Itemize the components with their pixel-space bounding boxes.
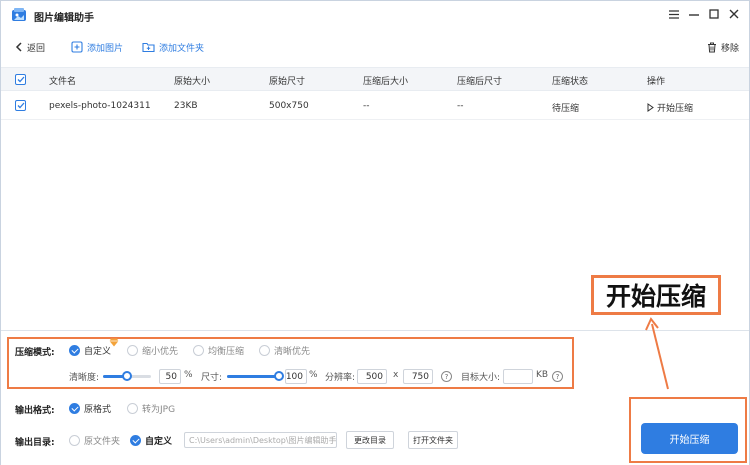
mode-balanced-label: 均衡压缩 [208, 347, 245, 357]
col-header-orig-dim: 原始尺寸 [269, 77, 306, 87]
check-icon [17, 76, 24, 83]
compress-mode-label: 压缩模式: [15, 348, 55, 358]
row-start-label: 开始压缩 [657, 104, 694, 114]
format-jpg-label: 转为JPG [142, 405, 176, 415]
open-folder-button[interactable]: 打开文件夹 [408, 431, 458, 449]
size-input[interactable]: 100 [285, 369, 307, 384]
clarity-slider[interactable] [103, 371, 151, 381]
check-icon [17, 102, 24, 109]
close-icon[interactable] [727, 6, 741, 22]
cell-orig-size: 23KB [174, 101, 198, 111]
mode-shrink-radio[interactable]: 缩小优先 [127, 344, 178, 357]
col-header-comp-dim: 压缩后尺寸 [457, 77, 503, 87]
format-original-label: 原格式 [84, 405, 112, 415]
col-header-orig-size: 原始大小 [174, 77, 211, 87]
mode-custom-label: 自定义 [84, 347, 112, 357]
add-folder-button[interactable]: 添加文件夹 [142, 37, 204, 57]
play-icon [647, 103, 654, 112]
col-header-filename: 文件名 [49, 77, 77, 87]
size-slider[interactable] [227, 371, 284, 381]
table-row[interactable]: pexels-photo-1024311 23KB 500x750 -- -- … [1, 92, 749, 120]
cell-comp-size: -- [363, 101, 370, 111]
radio-checked-icon [69, 345, 80, 356]
window-controls [667, 6, 741, 22]
help-icon[interactable]: ? [441, 371, 452, 382]
app-window: 图片编辑助手 返回 添加图片 添加文件夹 移除 文件名 原始大小 原始尺寸 压缩… [0, 0, 750, 465]
row-start-button[interactable]: 开始压缩 [647, 101, 693, 114]
cell-filename: pexels-photo-1024311 [49, 101, 151, 111]
mode-custom-radio[interactable]: 自定义 [69, 344, 111, 357]
cell-orig-dim: 500x750 [269, 101, 309, 111]
output-format-label: 输出格式: [15, 406, 55, 416]
cell-status: 待压缩 [552, 104, 580, 114]
add-folder-label: 添加文件夹 [159, 43, 205, 54]
row-checkbox[interactable] [15, 100, 26, 111]
app-title: 图片编辑助手 [34, 13, 94, 24]
remove-label: 移除 [721, 43, 740, 54]
back-label: 返回 [27, 43, 46, 54]
start-compress-button[interactable]: 开始压缩 [641, 423, 738, 454]
radio-unchecked-icon [259, 345, 270, 356]
mode-shrink-label: 缩小优先 [142, 347, 179, 357]
clarity-slider-knob[interactable] [122, 371, 132, 381]
table-header: 文件名 原始大小 原始尺寸 压缩后大小 压缩后尺寸 压缩状态 操作 [1, 67, 749, 91]
format-original-radio[interactable]: 原格式 [69, 402, 111, 415]
output-original-folder-radio[interactable]: 原文件夹 [69, 434, 120, 447]
chevron-left-icon [15, 42, 22, 52]
output-custom-radio[interactable]: 自定义 [130, 434, 172, 447]
size-percent: % [309, 370, 318, 380]
minimize-icon[interactable] [687, 6, 701, 22]
add-image-button[interactable]: 添加图片 [71, 37, 123, 57]
radio-checked-icon [130, 435, 141, 446]
cell-comp-dim: -- [457, 101, 464, 111]
clarity-label: 清晰度: [69, 373, 100, 383]
back-button[interactable]: 返回 [15, 37, 45, 57]
radio-unchecked-icon [127, 403, 138, 414]
menu-icon[interactable] [667, 6, 681, 22]
radio-unchecked-icon [193, 345, 204, 356]
maximize-icon[interactable] [707, 6, 721, 22]
mode-balanced-radio[interactable]: 均衡压缩 [193, 344, 244, 357]
radio-unchecked-icon [127, 345, 138, 356]
toolbar: 返回 添加图片 添加文件夹 移除 [1, 37, 749, 57]
size-label: 尺寸: [201, 373, 223, 383]
app-logo-icon [12, 8, 26, 21]
title-bar: 图片编辑助手 [1, 1, 749, 29]
select-all-checkbox[interactable] [15, 74, 26, 85]
col-header-action: 操作 [647, 77, 666, 87]
clarity-percent: % [184, 370, 193, 380]
trash-icon [708, 42, 716, 52]
resolution-label: 分辨率: [325, 373, 356, 383]
output-original-folder-label: 原文件夹 [84, 437, 121, 447]
output-dir-label: 输出目录: [15, 438, 55, 448]
format-jpg-radio[interactable]: 转为JPG [127, 402, 175, 415]
change-dir-button[interactable]: 更改目录 [346, 431, 394, 449]
size-slider-fill [227, 375, 279, 378]
col-header-status: 压缩状态 [552, 77, 589, 87]
output-custom-label: 自定义 [145, 437, 173, 447]
target-size-input[interactable] [503, 369, 533, 384]
radio-unchecked-icon [69, 435, 80, 446]
resolution-times: x [393, 370, 399, 380]
mode-clarity-radio[interactable]: 清晰优先 [259, 344, 310, 357]
col-header-comp-size: 压缩后大小 [363, 77, 409, 87]
add-folder-icon [142, 42, 155, 53]
target-size-unit: KB [536, 370, 549, 380]
mode-clarity-label: 清晰优先 [274, 347, 311, 357]
output-path-input[interactable]: C:\Users\admin\Desktop\图片编辑助手 [184, 432, 337, 448]
remove-button[interactable]: 移除 [707, 37, 739, 57]
add-image-label: 添加图片 [87, 43, 124, 54]
clarity-input[interactable]: 50 [159, 369, 181, 384]
radio-checked-icon [69, 403, 80, 414]
vip-diamond-icon [109, 338, 119, 347]
resolution-height-input[interactable]: 750 [403, 369, 433, 384]
target-size-label: 目标大小: [461, 373, 501, 383]
callout-label: 开始压缩 [591, 275, 721, 315]
help-icon[interactable]: ? [552, 371, 563, 382]
size-slider-knob[interactable] [274, 371, 284, 381]
resolution-width-input[interactable]: 500 [357, 369, 387, 384]
add-image-icon [71, 41, 83, 53]
